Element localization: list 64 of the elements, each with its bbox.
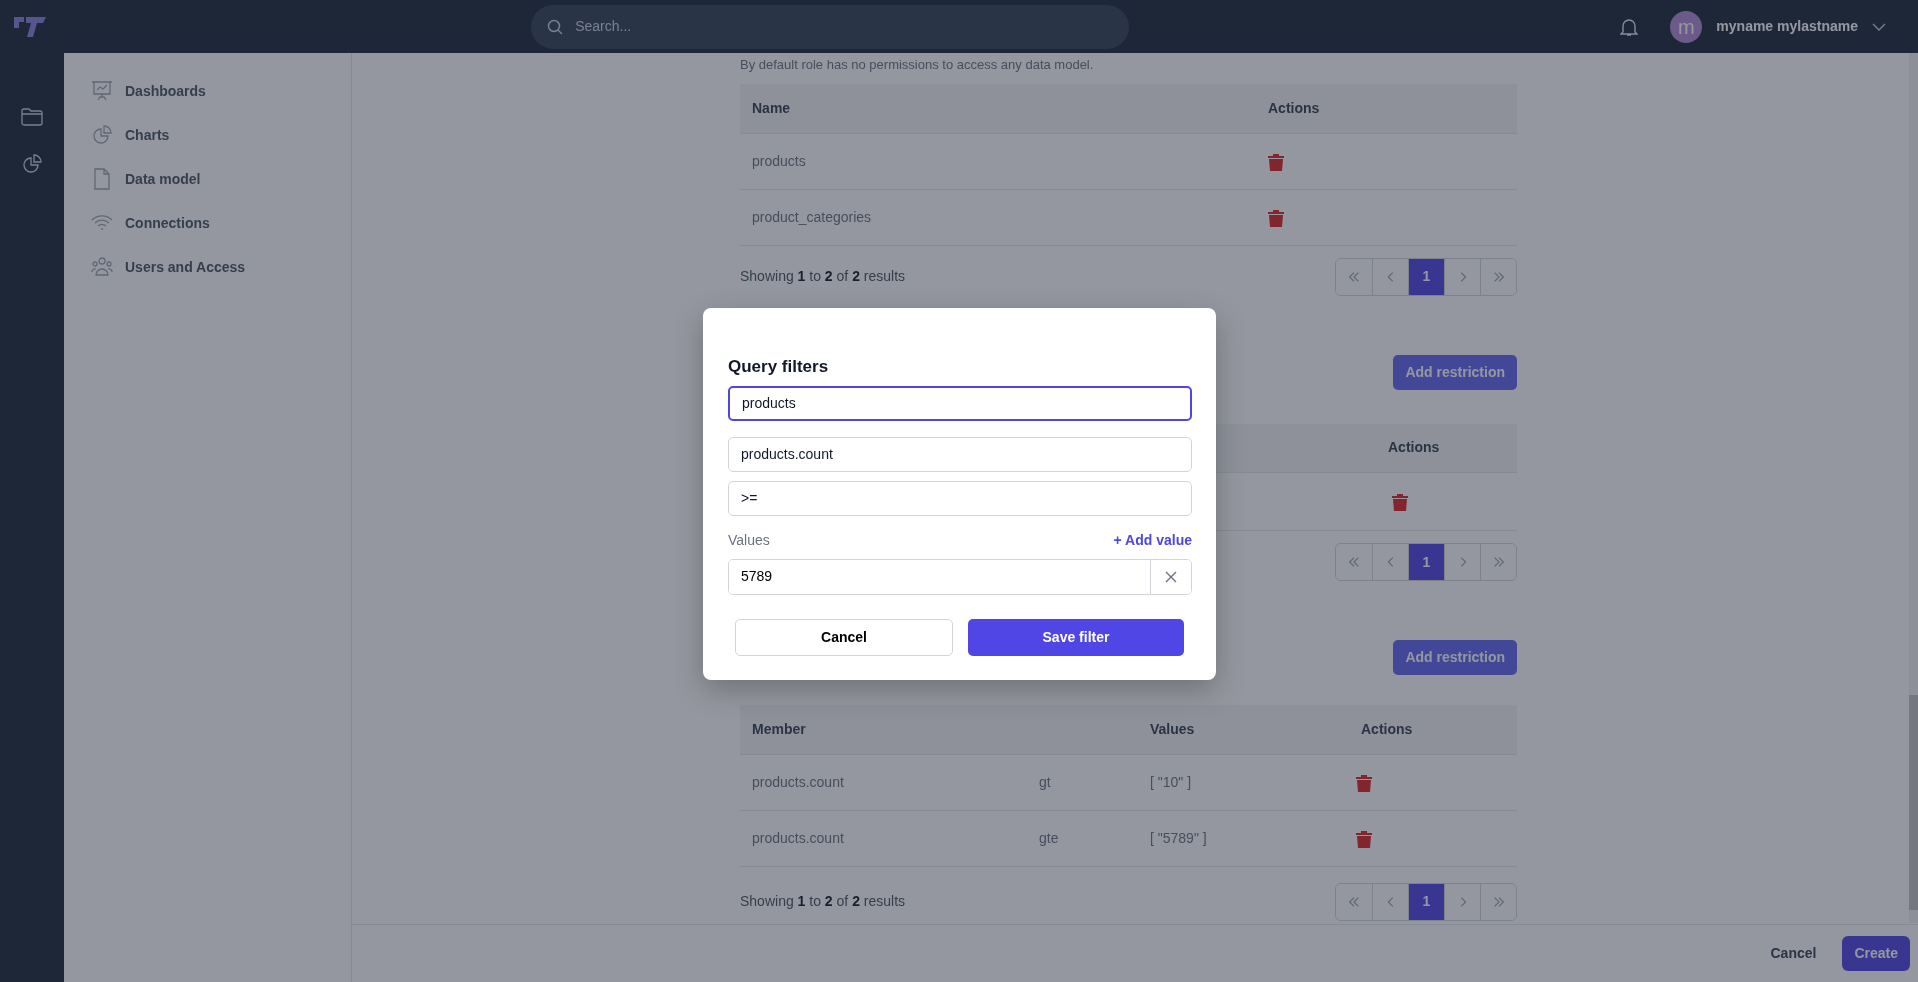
users-icon [91,256,113,278]
close-icon [1165,570,1177,583]
first-page-icon [1347,894,1361,909]
results-summary: Showing 1 to 2 of 2 results [740,267,906,286]
first-page-icon [1347,269,1361,284]
add-restriction-button[interactable]: Add restriction [1393,354,1517,390]
table-cell: products.count [740,810,1027,866]
column-header: Actions [1349,705,1517,754]
sidebar-item[interactable]: Dashboards [91,69,351,113]
sidebar-item[interactable]: Charts [91,113,351,157]
search-icon [547,18,564,35]
folder-icon[interactable] [21,108,43,126]
add-value-link[interactable]: + Add value [1113,529,1192,551]
last-page-button[interactable] [1480,258,1516,295]
table-cell: [ "10" ] [1138,754,1349,810]
first-page-icon [1347,555,1361,569]
last-page-button[interactable] [1480,883,1516,920]
input-field[interactable]: products.count [728,436,1192,472]
table-cell: gt [1027,754,1138,810]
description-text: By default role has no permissions to access any data model. [740,56,1095,74]
user-avatar[interactable]: m [1670,10,1703,43]
column-header: Name [740,84,1256,133]
chevron-down-icon[interactable] [1872,22,1886,31]
table-cell: products [740,133,1256,189]
trash-icon[interactable] [1356,829,1372,848]
last-page-button[interactable] [1480,544,1516,580]
column-header: Member [740,705,1027,754]
bell-icon[interactable] [1620,16,1639,37]
table-cell: gte [1027,810,1138,866]
save-filter-button[interactable]: Save filter [968,618,1184,656]
trash-icon[interactable] [1268,208,1284,227]
column-header: Values [1138,705,1349,754]
search-field[interactable]: Search... [573,15,1114,38]
page-button[interactable]: 1 [1408,883,1444,920]
user-name[interactable]: myname mylastname [1716,16,1858,37]
pie-chart-icon[interactable] [22,154,42,174]
column-header: Actions [1376,423,1517,473]
table-cell: product_categories [740,189,1256,245]
page-button[interactable]: 1 [1408,258,1444,295]
document-icon [91,168,113,190]
presentation-board-icon [91,80,113,102]
input-field[interactable]: products [728,385,1192,421]
scrollbar[interactable] [1909,53,1918,923]
field-label: Values [728,530,770,550]
input-field[interactable]: >= [728,480,1192,516]
cancel-button[interactable]: Cancel [735,618,953,656]
page-button[interactable]: 1 [1408,544,1444,580]
dialog-title: Query filters [728,356,830,378]
trash-icon[interactable] [1392,493,1408,512]
search-bar[interactable]: Search... [531,4,1130,49]
table-cell: products.count [740,754,1027,810]
add-restriction-button[interactable]: Add restriction [1393,640,1517,675]
pie-chart-icon [91,124,113,146]
create-button[interactable]: Create [1842,936,1910,971]
sidebar-item[interactable]: Data model [91,157,351,201]
column-header: Actions [1256,84,1517,133]
clear-button[interactable] [1150,559,1191,594]
trash-icon[interactable] [1356,773,1372,792]
trash-icon[interactable] [1268,152,1284,171]
cancel-button[interactable]: Cancel [1764,942,1823,965]
sidebar-item[interactable]: Connections [91,201,351,245]
sidebar-item[interactable]: Users and Access [91,245,351,289]
results-summary: Showing 1 to 2 of 2 results [740,892,906,911]
table-cell: [ "5789" ] [1138,810,1349,866]
